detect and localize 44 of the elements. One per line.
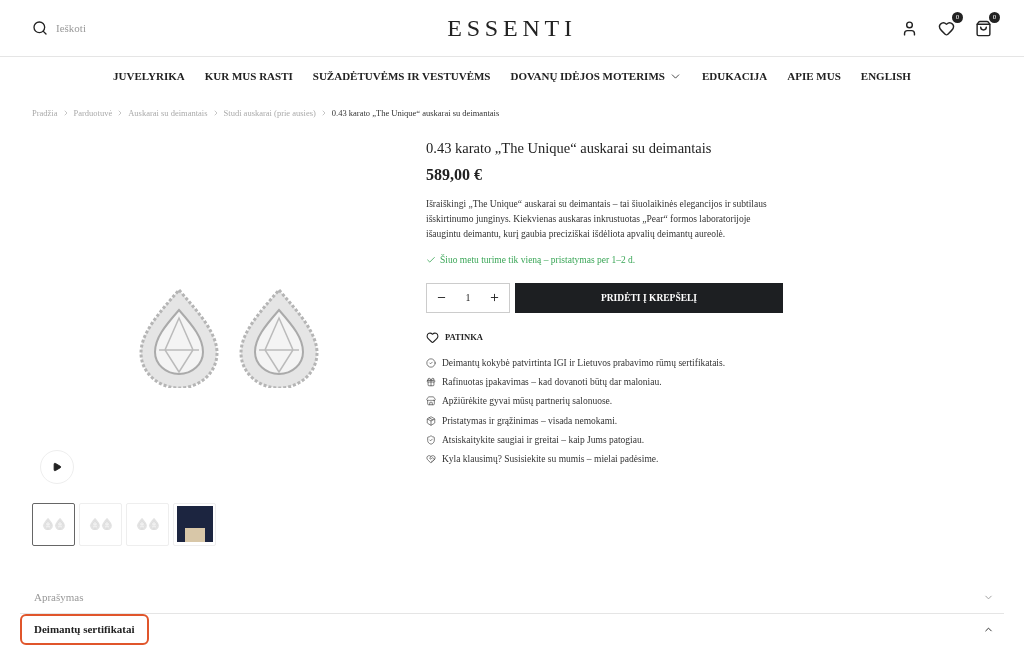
quantity-value: 1: [465, 291, 471, 306]
heart-icon: [426, 330, 439, 344]
nav-link[interactable]: EDUKACIJA: [701, 67, 768, 85]
add-to-cart-button[interactable]: PRIDĖTI Į KREPŠELĮ: [515, 282, 783, 313]
nav-link[interactable]: DOVANŲ IDĖJOS MOTERIMS: [510, 67, 682, 85]
earrings-thumbnail-image: [88, 518, 113, 531]
quantity-stepper[interactable]: 1: [426, 282, 510, 313]
check-icon: [426, 254, 436, 265]
nav-link[interactable]: JUVELYRIKA: [113, 67, 185, 85]
logo[interactable]: ESSENTI: [447, 10, 577, 46]
nav-link[interactable]: KUR MUS RASTI: [204, 67, 293, 85]
play-icon: [52, 461, 62, 472]
search-field[interactable]: Ieškoti: [56, 19, 184, 37]
feature-icon: [426, 357, 436, 368]
feature-icon: [426, 396, 436, 407]
cart-icon[interactable]: [975, 19, 992, 37]
plus-icon[interactable]: [488, 292, 500, 304]
nav-link[interactable]: SUŽADĖTUVĖMS IR VESTUVĖMS: [312, 67, 491, 85]
feature-text: Pristatymas ir grąžinimas – visada nemokami.: [442, 414, 618, 428]
product-description: Išraiškingi „The Unique“ auskarai su deimantais – tai šiuolaikinės elegancijos ir subtilaus išskirtinumo junginys. Kiekvienas auskaras inkrustuotas „Pear“ formos laboratorijoje išaugintu deimantu, kurį gaubia preciziškai išdėliota apvalių deimantų aureolė.: [426, 197, 768, 241]
wishlist-button[interactable]: PATINKA: [426, 330, 786, 344]
thumbnail[interactable]: [32, 502, 75, 546]
feature-text: Kyla klausimų? Susisiekite su mumis – mielai padėsime.: [442, 453, 659, 466]
feature-text: Rafinuotas įpakavimas – kad dovanoti būtų dar maloniau.: [442, 376, 662, 389]
feature-icon: [426, 454, 436, 465]
stock-status: Šiuo metu turime tik vieną – pristatymas per 1–2 d.: [440, 253, 636, 267]
product-price: 589,00 €: [426, 164, 483, 185]
feature-icon: [426, 415, 436, 426]
feature-icon: [426, 377, 436, 388]
nav-link[interactable]: APIE MUS: [787, 67, 841, 85]
product-title: 0.43 karato „The Unique“ auskarai su deimantais: [426, 138, 713, 158]
search-icon[interactable]: [32, 20, 48, 36]
earrings-thumbnail-image: [41, 518, 66, 531]
wishlist-icon[interactable]: [938, 19, 955, 37]
feature-text: Deimantų kokybė patvirtinta IGI ir Lietuvos prabavimo rūmų sertifikatais.: [442, 356, 726, 370]
feature-icon: [426, 434, 436, 445]
photo-placeholder: [176, 506, 213, 543]
feature-text: Atsiskaitykite saugiai ir greitai – kaip Jums patogiau.: [442, 433, 645, 447]
earrings-thumbnail-image: [135, 518, 160, 531]
nav-link[interactable]: ENGLISH: [860, 67, 911, 85]
current-page-title: 0.43 karato „The Unique“ auskarai su deimantais: [331, 107, 500, 120]
accordion-tab[interactable]: Deimantų sertifikatai: [20, 614, 149, 645]
account-icon[interactable]: [901, 19, 918, 37]
feature-text: Apžiūrėkite gyvai mūsų partnerių salonuose.: [442, 395, 613, 409]
